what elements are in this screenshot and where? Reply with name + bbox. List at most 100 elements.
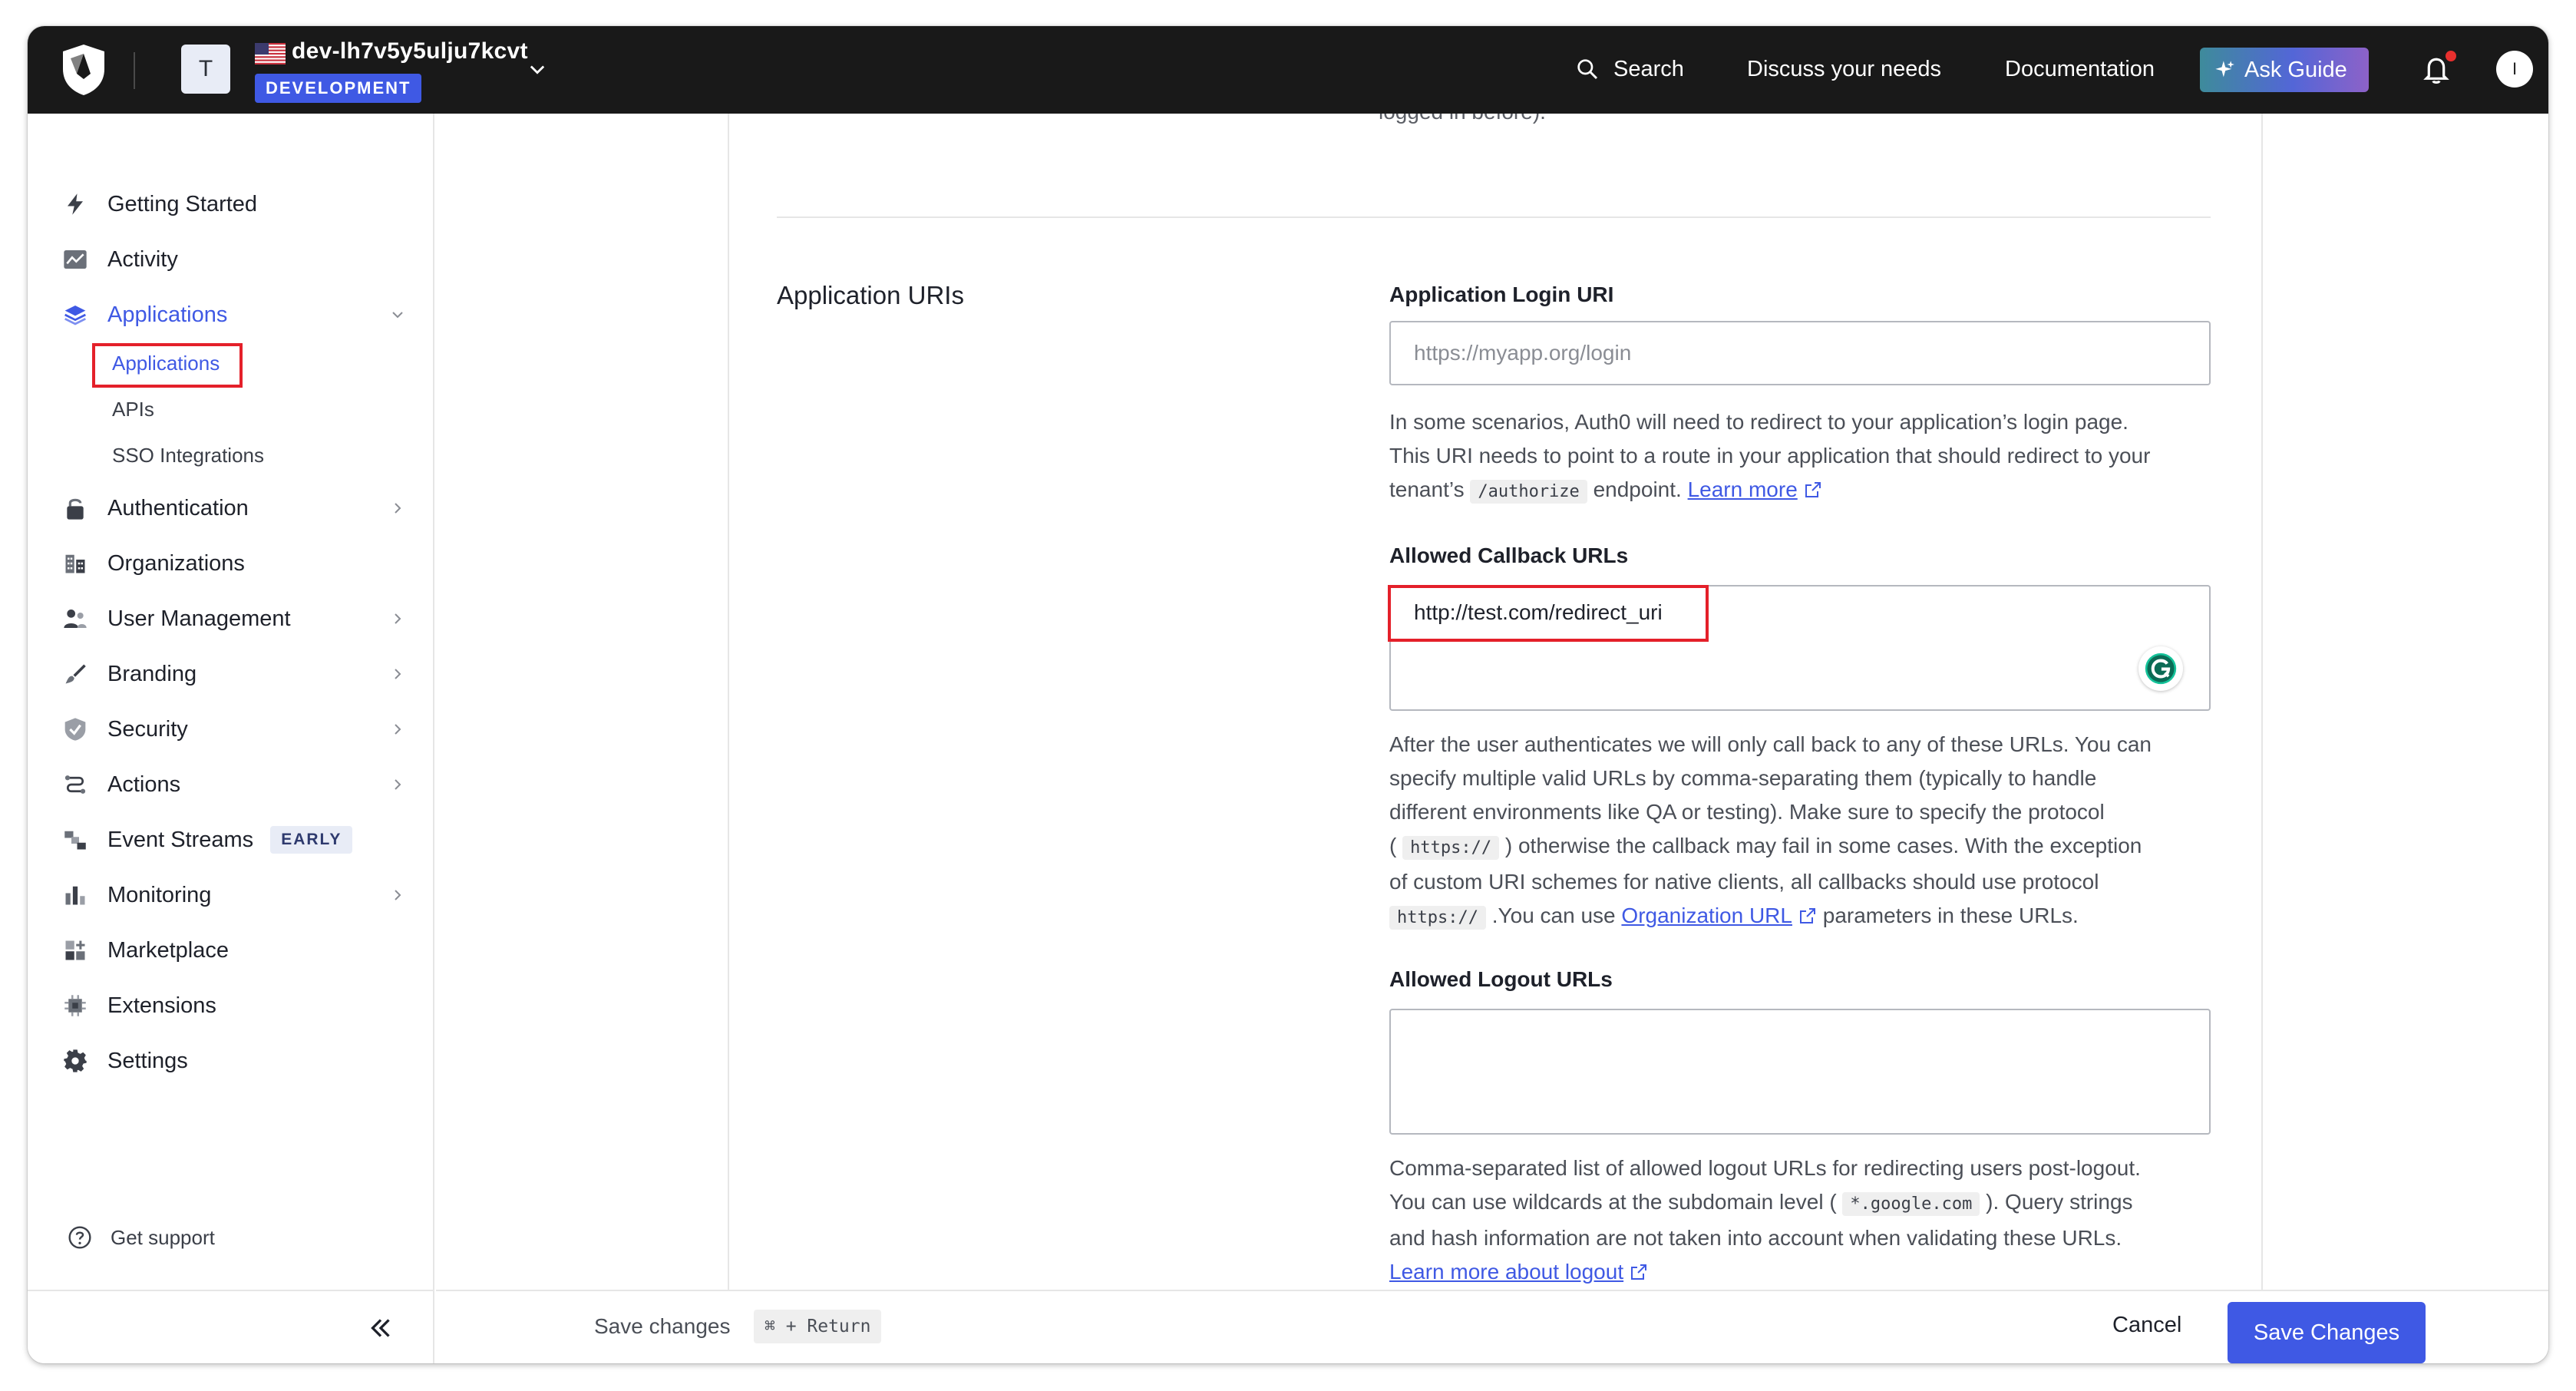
- help-text: ) otherwise the callback may fail in som…: [1504, 834, 2142, 857]
- sidebar-item-label: Security: [107, 716, 188, 742]
- chevron-right-icon[interactable]: [388, 665, 407, 683]
- sidebar-item-applications[interactable]: Applications: [61, 296, 422, 333]
- sidebar-item-settings[interactable]: Settings: [61, 1042, 422, 1079]
- login-uri-input[interactable]: https://myapp.org/login: [1389, 321, 2211, 385]
- user-avatar[interactable]: I: [2496, 51, 2533, 88]
- auth0-logo-icon[interactable]: [60, 43, 107, 97]
- help-line: and hash information are not taken into …: [1389, 1226, 2122, 1250]
- chevron-right-icon[interactable]: [388, 610, 407, 628]
- lightning-icon: [61, 190, 89, 218]
- login-uri-help: In some scenarios, Auth0 will need to re…: [1389, 405, 2218, 509]
- organization-url-link[interactable]: Organization URL: [1621, 904, 1792, 927]
- search-icon[interactable]: [1575, 57, 1600, 81]
- activity-chart-icon: [61, 246, 89, 273]
- chevron-down-icon[interactable]: [527, 58, 548, 80]
- login-uri-label: Application Login URI: [1389, 282, 1614, 306]
- sidebar: Getting Started Activity Applications Ap…: [28, 114, 434, 1363]
- sidebar-item-label: Authentication: [107, 495, 249, 520]
- gear-icon: [61, 1047, 89, 1075]
- save-changes-button[interactable]: Save Changes: [2228, 1302, 2426, 1363]
- external-link-icon[interactable]: [1804, 481, 1822, 499]
- notification-dot: [2446, 51, 2456, 61]
- applications-highlight-box: [92, 343, 243, 388]
- help-line: tenant’s /authorize endpoint. Learn more: [1389, 473, 2218, 509]
- help-line: of custom URI schemes for native clients…: [1389, 870, 2099, 894]
- sidebar-item-authentication[interactable]: Authentication: [61, 490, 422, 527]
- chevron-right-icon[interactable]: [388, 499, 407, 517]
- subnav-sso-integrations[interactable]: SSO Integrations: [112, 444, 264, 468]
- us-flag-icon: [255, 43, 286, 64]
- learn-more-link[interactable]: Learn more: [1688, 477, 1798, 501]
- help-line: https:// .You can use Organization URL p…: [1389, 899, 2218, 935]
- grid-plus-icon: [61, 937, 89, 964]
- cancel-button[interactable]: Cancel: [2112, 1313, 2181, 1338]
- get-support-link[interactable]: Get support: [68, 1225, 215, 1250]
- ask-guide-button[interactable]: Ask Guide: [2200, 48, 2369, 92]
- external-link-icon[interactable]: [1798, 907, 1817, 925]
- external-link-icon[interactable]: [1630, 1263, 1648, 1281]
- help-line: ( https:// ) otherwise the callback may …: [1389, 829, 2218, 865]
- sidebar-item-user-management[interactable]: User Management: [61, 600, 422, 637]
- users-icon: [61, 605, 89, 633]
- app-window: T dev-lh7v5y5ulju7kcvt DEVELOPMENT Searc…: [28, 26, 2548, 1363]
- sidebar-item-label: Settings: [107, 1048, 188, 1073]
- help-line: After the user authenticates we will onl…: [1389, 732, 2152, 756]
- sidebar-item-label: Activity: [107, 246, 178, 272]
- subnav-apis[interactable]: APIs: [112, 398, 154, 421]
- sidebar-item-extensions[interactable]: Extensions: [61, 987, 422, 1024]
- topbar-divider: [134, 52, 135, 89]
- brush-icon: [61, 660, 89, 688]
- help-text: You can use wildcards at the subdomain l…: [1389, 1190, 1837, 1214]
- early-badge: EARLY: [270, 826, 353, 854]
- discuss-needs-link[interactable]: Discuss your needs: [1747, 57, 1941, 82]
- collapse-sidebar-icon[interactable]: [367, 1314, 395, 1342]
- sidebar-item-label: Getting Started: [107, 191, 258, 216]
- lock-icon: [61, 494, 89, 522]
- logout-urls-textarea[interactable]: [1389, 1009, 2211, 1135]
- https-code: https://: [1389, 906, 1486, 930]
- search-link[interactable]: Search: [1613, 57, 1684, 82]
- sidebar-item-label: Extensions: [107, 993, 216, 1018]
- chevron-right-icon[interactable]: [388, 720, 407, 738]
- logout-urls-label: Allowed Logout URLs: [1389, 967, 1613, 991]
- sidebar-item-marketplace[interactable]: Marketplace: [61, 932, 422, 969]
- save-bar: Save changes ⌘ + Return Cancel Save Chan…: [436, 1290, 2548, 1363]
- streams-icon: [61, 826, 89, 854]
- chevron-right-icon[interactable]: [388, 775, 407, 794]
- login-uri-placeholder: https://myapp.org/login: [1414, 341, 1632, 365]
- sidebar-item-label: User Management: [107, 606, 291, 631]
- sidebar-item-security[interactable]: Security: [61, 711, 422, 748]
- learn-more-logout-link[interactable]: Learn more about logout: [1389, 1260, 1623, 1284]
- previous-help-text: logged in before).: [1379, 114, 1546, 124]
- sidebar-item-getting-started[interactable]: Getting Started: [61, 186, 422, 223]
- sidebar-item-branding[interactable]: Branding: [61, 656, 422, 692]
- help-text: (: [1389, 834, 1397, 857]
- environment-badge: DEVELOPMENT: [255, 74, 422, 103]
- help-line: This URI needs to point to a route in yo…: [1389, 444, 2151, 468]
- sidebar-item-organizations[interactable]: Organizations: [61, 545, 422, 582]
- help-circle-icon: [68, 1226, 91, 1249]
- sidebar-item-event-streams[interactable]: Event Streams EARLY: [61, 821, 422, 858]
- layers-icon: [61, 301, 89, 329]
- help-text: .You can use: [1491, 904, 1616, 927]
- sidebar-item-label: Applications: [107, 302, 228, 327]
- sidebar-item-monitoring[interactable]: Monitoring: [61, 877, 422, 914]
- sidebar-item-activity[interactable]: Activity: [61, 241, 422, 278]
- sidebar-item-label: Event Streams: [107, 827, 254, 852]
- grammarly-icon[interactable]: [2138, 646, 2183, 691]
- sidebar-item-label: Branding: [107, 661, 197, 686]
- top-bar: T dev-lh7v5y5ulju7kcvt DEVELOPMENT Searc…: [28, 26, 2548, 114]
- help-line: Comma-separated list of allowed logout U…: [1389, 1156, 2141, 1180]
- chip-icon: [61, 992, 89, 1019]
- tenant-avatar[interactable]: T: [181, 45, 230, 94]
- logout-urls-help: Comma-separated list of allowed logout U…: [1389, 1151, 2218, 1289]
- chevron-right-icon[interactable]: [388, 886, 407, 904]
- callback-urls-label: Allowed Callback URLs: [1389, 544, 1629, 567]
- tenant-name[interactable]: dev-lh7v5y5ulju7kcvt: [292, 38, 528, 64]
- chevron-down-icon[interactable]: [388, 306, 407, 324]
- documentation-link[interactable]: Documentation: [2005, 57, 2155, 82]
- https-code: https://: [1402, 836, 1500, 860]
- sidebar-item-actions[interactable]: Actions: [61, 766, 422, 803]
- help-line: Learn more about logout: [1389, 1255, 2218, 1289]
- section-title: Application URIs: [777, 281, 964, 309]
